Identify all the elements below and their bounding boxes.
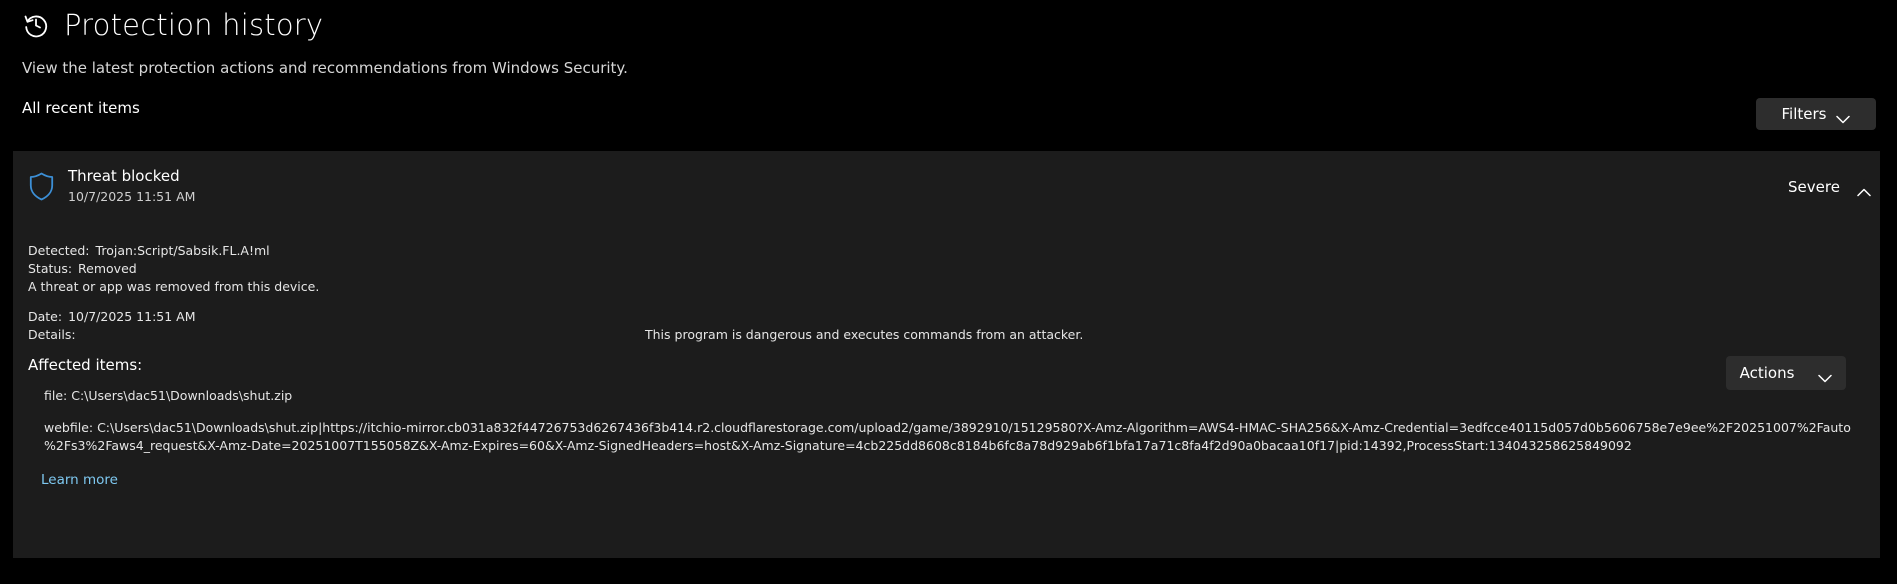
actions-button[interactable]: Actions xyxy=(1726,356,1846,390)
date-value: 10/7/2025 11:51 AM xyxy=(68,309,196,324)
affected-item-webfile: webfile: C:\Users\dac51\Downloads\shut.z… xyxy=(44,420,1851,435)
page-header: Protection history xyxy=(22,8,323,42)
threat-card: Threat blocked 10/7/2025 11:51 AM Severe… xyxy=(13,151,1880,558)
removed-note: A threat or app was removed from this de… xyxy=(28,279,320,294)
section-label: All recent items xyxy=(22,99,140,117)
status-value: Removed xyxy=(78,261,137,276)
details-label: Details: xyxy=(28,327,76,342)
threat-title: Threat blocked xyxy=(68,167,180,185)
threat-timestamp: 10/7/2025 11:51 AM xyxy=(68,189,196,204)
protection-history-page: Protection history View the latest prote… xyxy=(0,0,1897,584)
actions-label: Actions xyxy=(1739,364,1795,382)
date-row: Date: 10/7/2025 11:51 AM xyxy=(28,309,196,324)
history-icon xyxy=(22,11,50,39)
affected-items-title: Affected items: xyxy=(28,356,143,374)
detected-label: Detected: xyxy=(28,243,90,258)
learn-more-link[interactable]: Learn more xyxy=(41,472,118,488)
status-label: Status: xyxy=(28,261,73,276)
chevron-down-icon xyxy=(1818,369,1833,382)
detected-row: Detected: Trojan:Script/Sabsik.FL.A!ml xyxy=(28,243,270,258)
details-value: This program is dangerous and executes c… xyxy=(645,327,1084,342)
filters-label: Filters xyxy=(1781,105,1827,123)
severity-label: Severe xyxy=(1788,178,1840,196)
page-title: Protection history xyxy=(64,8,324,42)
detected-value: Trojan:Script/Sabsik.FL.A!ml xyxy=(95,243,270,258)
shield-icon xyxy=(29,172,54,201)
affected-item-webfile-continued: %2Fs3%2Faws4_request&X-Amz-Date=20251007… xyxy=(44,438,1632,453)
chevron-down-icon xyxy=(1836,110,1851,123)
chevron-up-icon[interactable] xyxy=(1857,182,1871,197)
status-row: Status: Removed xyxy=(28,261,137,276)
page-subtitle: View the latest protection actions and r… xyxy=(22,59,628,77)
affected-item-file: file: C:\Users\dac51\Downloads\shut.zip xyxy=(44,388,293,403)
filters-button[interactable]: Filters xyxy=(1756,98,1876,130)
date-label: Date: xyxy=(28,309,63,324)
